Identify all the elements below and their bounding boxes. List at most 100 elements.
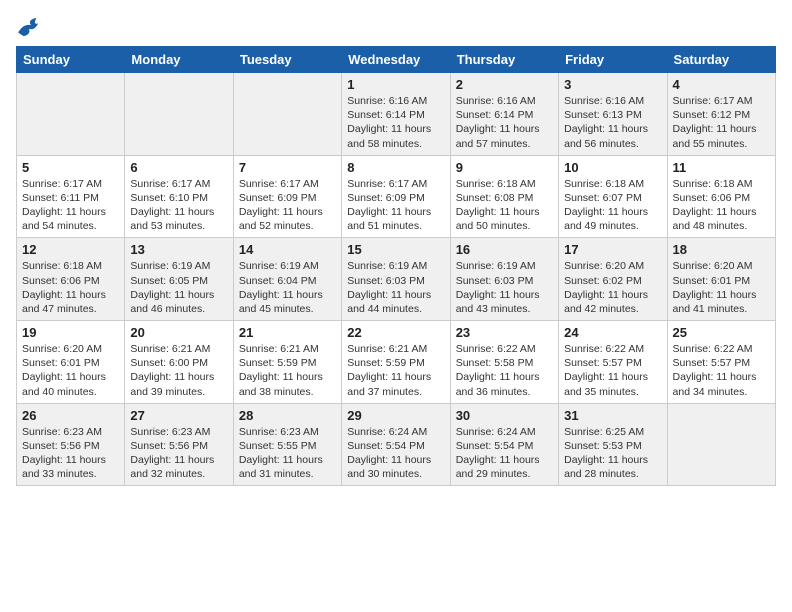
day-number: 4 — [673, 77, 770, 92]
day-number: 6 — [130, 160, 227, 175]
day-number: 14 — [239, 242, 336, 257]
calendar-cell: 27 Sunrise: 6:23 AM Sunset: 5:56 PM Dayli… — [125, 403, 233, 486]
col-header-wednesday: Wednesday — [342, 47, 450, 73]
calendar-week-row: 1Sunrise: 6:16 AM Sunset: 6:14 PM Daylig… — [17, 73, 776, 156]
calendar-cell: 29 Sunrise: 6:24 AM Sunset: 5:54 PM Dayli… — [342, 403, 450, 486]
calendar-week-row: 19 Sunrise: 6:20 AM Sunset: 6:01 PM Dayli… — [17, 321, 776, 404]
day-number: 10 — [564, 160, 661, 175]
day-number: 3 — [564, 77, 661, 92]
logo — [16, 16, 48, 38]
calendar-cell: 13Sunrise: 6:19 AM Sunset: 6:05 PM Dayli… — [125, 238, 233, 321]
calendar-cell: 11 Sunrise: 6:18 AM Sunset: 6:06 PM Dayli… — [667, 155, 775, 238]
calendar-cell: 17 Sunrise: 6:20 AM Sunset: 6:02 PM Dayli… — [559, 238, 667, 321]
day-info: Sunrise: 6:23 AM Sunset: 5:56 PM Dayligh… — [130, 425, 227, 482]
day-info: Sunrise: 6:19 AM Sunset: 6:03 PM Dayligh… — [456, 259, 553, 316]
calendar-cell: 22 Sunrise: 6:21 AM Sunset: 5:59 PM Dayli… — [342, 321, 450, 404]
day-number: 25 — [673, 325, 770, 340]
day-info: Sunrise: 6:21 AM Sunset: 6:00 PM Dayligh… — [130, 342, 227, 399]
calendar-cell: 25 Sunrise: 6:22 AM Sunset: 5:57 PM Dayli… — [667, 321, 775, 404]
calendar-cell: 23 Sunrise: 6:22 AM Sunset: 5:58 PM Dayli… — [450, 321, 558, 404]
day-info: Sunrise: 6:17 AM Sunset: 6:09 PM Dayligh… — [239, 177, 336, 234]
day-number: 16 — [456, 242, 553, 257]
calendar-header-row: SundayMondayTuesdayWednesdayThursdayFrid… — [17, 47, 776, 73]
day-number: 17 — [564, 242, 661, 257]
day-info: Sunrise: 6:19 AM Sunset: 6:03 PM Dayligh… — [347, 259, 444, 316]
day-number: 2 — [456, 77, 553, 92]
day-info: Sunrise: 6:25 AM Sunset: 5:53 PM Dayligh… — [564, 425, 661, 482]
calendar-cell: 18 Sunrise: 6:20 AM Sunset: 6:01 PM Dayli… — [667, 238, 775, 321]
day-number: 8 — [347, 160, 444, 175]
day-number: 20 — [130, 325, 227, 340]
day-number: 31 — [564, 408, 661, 423]
day-number: 23 — [456, 325, 553, 340]
day-info: Sunrise: 6:20 AM Sunset: 6:02 PM Dayligh… — [564, 259, 661, 316]
day-info: Sunrise: 6:20 AM Sunset: 6:01 PM Dayligh… — [22, 342, 119, 399]
day-number: 28 — [239, 408, 336, 423]
day-info: Sunrise: 6:18 AM Sunset: 6:06 PM Dayligh… — [22, 259, 119, 316]
day-number: 29 — [347, 408, 444, 423]
calendar-cell — [17, 73, 125, 156]
calendar-week-row: 12 Sunrise: 6:18 AM Sunset: 6:06 PM Dayli… — [17, 238, 776, 321]
day-number: 13 — [130, 242, 227, 257]
day-number: 5 — [22, 160, 119, 175]
day-number: 15 — [347, 242, 444, 257]
day-info: Sunrise: 6:22 AM Sunset: 5:58 PM Dayligh… — [456, 342, 553, 399]
calendar-cell — [125, 73, 233, 156]
day-number: 26 — [22, 408, 119, 423]
day-info: Sunrise: 6:22 AM Sunset: 5:57 PM Dayligh… — [564, 342, 661, 399]
calendar-cell: 7Sunrise: 6:17 AM Sunset: 6:09 PM Daylig… — [233, 155, 341, 238]
calendar-cell: 9Sunrise: 6:18 AM Sunset: 6:08 PM Daylig… — [450, 155, 558, 238]
calendar-cell: 19 Sunrise: 6:20 AM Sunset: 6:01 PM Dayli… — [17, 321, 125, 404]
calendar-cell: 26 Sunrise: 6:23 AM Sunset: 5:56 PM Dayli… — [17, 403, 125, 486]
day-info: Sunrise: 6:18 AM Sunset: 6:06 PM Dayligh… — [673, 177, 770, 234]
day-info: Sunrise: 6:17 AM Sunset: 6:12 PM Dayligh… — [673, 94, 770, 151]
calendar-cell: 4 Sunrise: 6:17 AM Sunset: 6:12 PM Daylig… — [667, 73, 775, 156]
day-number: 19 — [22, 325, 119, 340]
day-info: Sunrise: 6:20 AM Sunset: 6:01 PM Dayligh… — [673, 259, 770, 316]
day-number: 21 — [239, 325, 336, 340]
calendar-cell: 31 Sunrise: 6:25 AM Sunset: 5:53 PM Dayli… — [559, 403, 667, 486]
day-info: Sunrise: 6:23 AM Sunset: 5:55 PM Dayligh… — [239, 425, 336, 482]
calendar-cell: 1Sunrise: 6:16 AM Sunset: 6:14 PM Daylig… — [342, 73, 450, 156]
day-number: 12 — [22, 242, 119, 257]
calendar-cell: 2 Sunrise: 6:16 AM Sunset: 6:14 PM Daylig… — [450, 73, 558, 156]
day-info: Sunrise: 6:18 AM Sunset: 6:08 PM Dayligh… — [456, 177, 553, 234]
page-header — [16, 16, 776, 38]
calendar-cell: 15 Sunrise: 6:19 AM Sunset: 6:03 PM Dayli… — [342, 238, 450, 321]
day-info: Sunrise: 6:16 AM Sunset: 6:14 PM Dayligh… — [456, 94, 553, 151]
calendar-cell: 30Sunrise: 6:24 AM Sunset: 5:54 PM Dayli… — [450, 403, 558, 486]
day-number: 22 — [347, 325, 444, 340]
col-header-sunday: Sunday — [17, 47, 125, 73]
day-number: 24 — [564, 325, 661, 340]
col-header-friday: Friday — [559, 47, 667, 73]
day-info: Sunrise: 6:17 AM Sunset: 6:11 PM Dayligh… — [22, 177, 119, 234]
calendar-cell: 20 Sunrise: 6:21 AM Sunset: 6:00 PM Dayli… — [125, 321, 233, 404]
calendar-cell: 10 Sunrise: 6:18 AM Sunset: 6:07 PM Dayli… — [559, 155, 667, 238]
day-number: 11 — [673, 160, 770, 175]
calendar-week-row: 5 Sunrise: 6:17 AM Sunset: 6:11 PM Daylig… — [17, 155, 776, 238]
day-info: Sunrise: 6:21 AM Sunset: 5:59 PM Dayligh… — [347, 342, 444, 399]
calendar-week-row: 26 Sunrise: 6:23 AM Sunset: 5:56 PM Dayli… — [17, 403, 776, 486]
calendar-cell: 21 Sunrise: 6:21 AM Sunset: 5:59 PM Dayli… — [233, 321, 341, 404]
calendar-cell: 8 Sunrise: 6:17 AM Sunset: 6:09 PM Daylig… — [342, 155, 450, 238]
logo-bird-icon — [16, 16, 44, 38]
day-info: Sunrise: 6:19 AM Sunset: 6:04 PM Dayligh… — [239, 259, 336, 316]
calendar-cell: 28 Sunrise: 6:23 AM Sunset: 5:55 PM Dayli… — [233, 403, 341, 486]
day-info: Sunrise: 6:16 AM Sunset: 6:14 PM Dayligh… — [347, 94, 444, 151]
day-info: Sunrise: 6:17 AM Sunset: 6:10 PM Dayligh… — [130, 177, 227, 234]
day-info: Sunrise: 6:18 AM Sunset: 6:07 PM Dayligh… — [564, 177, 661, 234]
day-info: Sunrise: 6:22 AM Sunset: 5:57 PM Dayligh… — [673, 342, 770, 399]
day-info: Sunrise: 6:17 AM Sunset: 6:09 PM Dayligh… — [347, 177, 444, 234]
calendar-cell — [233, 73, 341, 156]
day-info: Sunrise: 6:23 AM Sunset: 5:56 PM Dayligh… — [22, 425, 119, 482]
calendar-table: SundayMondayTuesdayWednesdayThursdayFrid… — [16, 46, 776, 486]
day-info: Sunrise: 6:24 AM Sunset: 5:54 PM Dayligh… — [347, 425, 444, 482]
calendar-cell: 24 Sunrise: 6:22 AM Sunset: 5:57 PM Dayli… — [559, 321, 667, 404]
day-number: 18 — [673, 242, 770, 257]
day-info: Sunrise: 6:21 AM Sunset: 5:59 PM Dayligh… — [239, 342, 336, 399]
col-header-monday: Monday — [125, 47, 233, 73]
day-info: Sunrise: 6:24 AM Sunset: 5:54 PM Dayligh… — [456, 425, 553, 482]
col-header-thursday: Thursday — [450, 47, 558, 73]
calendar-cell: 14 Sunrise: 6:19 AM Sunset: 6:04 PM Dayli… — [233, 238, 341, 321]
day-number: 27 — [130, 408, 227, 423]
